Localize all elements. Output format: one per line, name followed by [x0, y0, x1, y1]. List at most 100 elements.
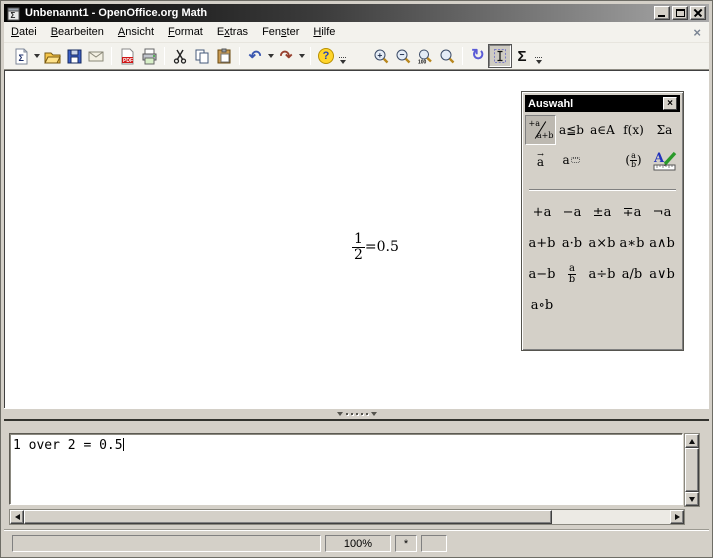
symbol-plus-a[interactable]: +a — [527, 197, 557, 228]
toolbar-overflow-button[interactable] — [337, 45, 348, 67]
redo-button[interactable]: ↷ — [275, 45, 297, 67]
zoom-button[interactable] — [436, 45, 458, 67]
copy-button[interactable] — [191, 45, 213, 67]
speech-bubble-icon: ··· — [571, 157, 581, 163]
palette-categories: +a a+b a≦b a∈A f(x) Σa → a a ··· ( — [525, 115, 680, 175]
symbol-plus-minus-a[interactable]: ±a — [587, 197, 617, 228]
zoom-out-button[interactable]: − — [392, 45, 414, 67]
horizontal-scrollbar[interactable] — [9, 509, 685, 525]
undo-button[interactable]: ↶ — [244, 45, 266, 67]
category-set-operations[interactable]: a∈A — [587, 115, 618, 145]
scroll-right-button[interactable] — [670, 510, 684, 524]
chevron-down-icon — [299, 54, 305, 58]
undo-dropdown-arrow[interactable] — [266, 45, 275, 67]
rendered-formula[interactable]: 1 2 =0.5 — [352, 232, 399, 262]
category-miscellaneous[interactable]: a ··· — [556, 145, 587, 175]
symbol-a-times-b[interactable]: a×b — [587, 228, 617, 259]
paste-button[interactable] — [213, 45, 235, 67]
symbol-a-and-b[interactable]: a∧b — [647, 228, 677, 259]
svg-text:Σ: Σ — [18, 53, 24, 63]
scroll-down-button[interactable] — [685, 492, 699, 506]
help-button[interactable]: ? — [315, 45, 337, 67]
svg-text:100: 100 — [418, 59, 427, 65]
toolbar-separator — [164, 47, 165, 65]
email-button[interactable] — [85, 45, 107, 67]
symbol-minus-a[interactable]: −a — [557, 197, 587, 228]
category-relations[interactable]: a≦b — [556, 115, 587, 145]
scroll-track[interactable] — [552, 510, 670, 524]
cut-button[interactable] — [169, 45, 191, 67]
symbol-minus-plus-a[interactable]: ∓a — [617, 197, 647, 228]
formula-cursor-button[interactable] — [489, 45, 511, 67]
zoom-level-field[interactable]: 100% — [325, 535, 391, 552]
redo-icon: ↷ — [280, 49, 293, 64]
zoom-in-button[interactable]: + — [370, 45, 392, 67]
symbol-a-minus-b[interactable]: a−b — [527, 259, 557, 290]
symbol-a-or-b[interactable]: a∨b — [647, 259, 677, 290]
maximize-icon — [676, 9, 685, 17]
splitter-handle[interactable] — [337, 412, 377, 416]
redo-dropdown-arrow[interactable] — [297, 45, 306, 67]
refresh-button[interactable]: ↻ — [467, 45, 489, 67]
category-formats[interactable]: A — [649, 145, 680, 175]
fraction-numerator: 1 — [352, 232, 365, 248]
document-close-icon[interactable]: × — [693, 26, 701, 39]
new-formula-button[interactable]: Σ — [10, 45, 32, 67]
menu-bearbeiten[interactable]: Bearbeiten — [44, 23, 111, 41]
svg-text:Σ: Σ — [11, 11, 16, 20]
palette-close-button[interactable]: × — [663, 97, 677, 110]
menu-datei[interactable]: Datei — [4, 23, 44, 41]
category-attributes[interactable]: → a — [525, 145, 556, 175]
category-unary-binary-operators[interactable]: +a a+b — [525, 115, 556, 145]
horizontal-scroll-thumb[interactable] — [24, 510, 552, 524]
symbol-a-ast-b[interactable]: a∗b — [617, 228, 647, 259]
palette-title-bar[interactable]: Auswahl × — [525, 95, 680, 112]
menu-hilfe[interactable]: Hilfe — [306, 23, 342, 41]
help-icon: ? — [318, 48, 334, 64]
status-message-field — [12, 535, 321, 552]
symbol-a-cdot-b[interactable]: a·b — [557, 228, 587, 259]
vertical-scrollbar[interactable] — [684, 433, 700, 507]
symbol-a-slash-b[interactable]: a/b — [617, 259, 647, 290]
menu-fenster[interactable]: Fenster — [255, 23, 306, 41]
toolbar-separator — [239, 47, 240, 65]
menu-format[interactable]: Format — [161, 23, 210, 41]
symbols-catalog-button[interactable]: Σ — [511, 45, 533, 67]
symbol-a-div-b[interactable]: a÷b — [587, 259, 617, 290]
app-icon: Σ — [6, 6, 21, 21]
menu-extras[interactable]: Extras — [210, 23, 255, 41]
maximize-button[interactable] — [672, 6, 688, 20]
menu-ansicht[interactable]: Ansicht — [111, 23, 161, 41]
category-operators[interactable]: Σa — [649, 115, 680, 145]
minimize-button[interactable] — [654, 6, 670, 20]
toolbar-overflow-button[interactable] — [533, 45, 544, 67]
symbol-a-over-b[interactable]: a b — [557, 259, 587, 290]
category-brackets[interactable]: ( a b ) — [618, 145, 649, 175]
minimize-icon — [658, 15, 665, 17]
save-button[interactable] — [63, 45, 85, 67]
scroll-up-button[interactable] — [685, 434, 699, 448]
pane-splitter[interactable] — [4, 408, 709, 419]
scroll-up-icon — [689, 439, 695, 444]
cut-scissors-icon — [172, 48, 188, 64]
symbol-a-plus-b[interactable]: a+b — [527, 228, 557, 259]
toolbar-separator — [462, 47, 463, 65]
title-bar[interactable]: Σ Unbenannt1 - OpenOffice.org Math — [4, 4, 709, 22]
vertical-scroll-thumb[interactable] — [685, 448, 699, 492]
selection-palette: Auswahl × +a a+b a≦b a∈A f(x) Σa → a — [521, 91, 684, 351]
close-button[interactable] — [690, 6, 706, 20]
formula-command-editor[interactable]: 1 over 2 = 0.5 — [9, 433, 683, 505]
new-dropdown-arrow[interactable] — [32, 45, 41, 67]
open-button[interactable] — [41, 45, 63, 67]
status-extra-field — [421, 535, 447, 552]
category-functions[interactable]: f(x) — [618, 115, 649, 145]
symbol-a-circ-b[interactable]: a∘b — [527, 290, 557, 321]
splitter-arrow-icon — [337, 412, 343, 416]
command-text: 1 over 2 = 0.5 — [13, 438, 123, 453]
export-pdf-button[interactable]: PDF — [116, 45, 138, 67]
scroll-left-button[interactable] — [10, 510, 24, 524]
new-document-icon: Σ — [13, 48, 30, 65]
print-button[interactable] — [138, 45, 160, 67]
zoom-100-button[interactable]: 100 — [414, 45, 436, 67]
symbol-not-a[interactable]: ¬a — [647, 197, 677, 228]
